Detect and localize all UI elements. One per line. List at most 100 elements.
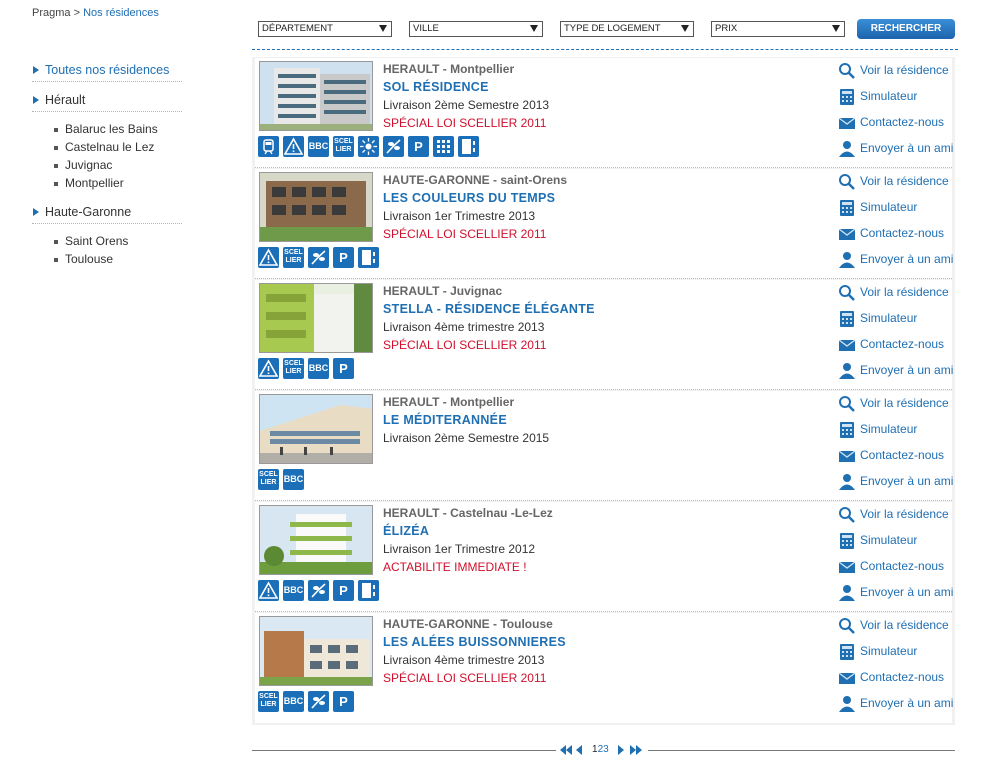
residence-promo: SPÉCIAL LOI SCELLIER 2011 — [383, 116, 547, 130]
action-label: Simulateur — [860, 644, 918, 658]
residence-location: HERAULT - Juvignac — [383, 284, 503, 298]
residence-region: HAUTE-GARONNE — [383, 173, 490, 187]
contact-link[interactable]: Contactez-nous — [838, 114, 958, 140]
send-to-friend-link[interactable]: Envoyer à un ami — [838, 362, 958, 388]
residence-location: HERAULT - Montpellier — [383, 62, 515, 76]
tram-icon — [258, 136, 279, 157]
residence-actions: Voir la résidence Simulateur Contactez-nou… — [838, 62, 958, 166]
sidebar-item-herault[interactable]: Hérault — [32, 90, 182, 112]
ville-select[interactable]: VILLE — [409, 21, 543, 37]
page-numbers: 123 — [592, 744, 609, 755]
prix-select[interactable]: PRIX — [711, 21, 845, 37]
residence-region: HERAULT — [383, 62, 440, 76]
residence-thumbnail[interactable] — [259, 505, 373, 575]
residence-name[interactable]: ÉLIZÉA — [383, 522, 683, 540]
sidebar-item-all[interactable]: Toutes nos résidences — [32, 60, 182, 82]
residence-info: HERAULT - Juvignac STELLA - RÉSIDENCE ÉLÉ… — [383, 282, 683, 354]
scellier-icon: SCEL LIER — [258, 469, 279, 490]
residence-thumbnail[interactable] — [259, 394, 373, 464]
send-to-friend-link[interactable]: Envoyer à un ami — [838, 695, 958, 721]
sidebar-item-haute-garonne[interactable]: Haute-Garonne — [32, 202, 182, 224]
contact-link[interactable]: Contactez-nous — [838, 336, 958, 362]
residence-delivery: Livraison 2ème Semestre 2013 — [383, 98, 550, 112]
icon-label: P — [339, 361, 348, 376]
sidebar-city-item[interactable]: Saint Orens — [54, 232, 182, 250]
parking-icon: P — [333, 580, 354, 601]
action-label: Envoyer à un ami — [860, 585, 954, 599]
simulator-link[interactable]: Simulateur — [838, 199, 958, 225]
residence-region: HAUTE-GARONNE — [383, 617, 490, 631]
grid-icon — [433, 136, 454, 157]
residence-city: saint-Orens — [500, 173, 568, 187]
first-page-icon[interactable] — [560, 745, 588, 755]
garden-icon — [308, 691, 329, 712]
breadcrumb-root[interactable]: Pragma — [32, 7, 71, 19]
action-label: Contactez-nous — [860, 115, 945, 129]
contact-link[interactable]: Contactez-nous — [838, 558, 958, 584]
sidebar-city-item[interactable]: Toulouse — [54, 250, 182, 268]
triangle-bullet-icon — [33, 208, 39, 216]
garden-icon — [308, 580, 329, 601]
results-list: BBC SCEL LIER P HERAULT - Montpellier SOL RÉS… — [252, 57, 955, 725]
residence-city: Montpellier — [450, 395, 515, 409]
chevron-down-icon — [832, 25, 840, 32]
send-to-friend-link[interactable]: Envoyer à un ami — [838, 473, 958, 499]
simulator-link[interactable]: Simulateur — [838, 310, 958, 336]
search-button[interactable]: RECHERCHER — [857, 19, 955, 39]
icon-label: P — [339, 694, 348, 709]
simulator-link[interactable]: Simulateur — [838, 88, 958, 114]
residence-actions: Voir la résidence Simulateur Contactez-nou… — [838, 173, 958, 277]
simulator-link[interactable]: Simulateur — [838, 421, 958, 447]
residence-city: Castelnau -Le-Lez — [450, 506, 553, 520]
last-page-icon[interactable] — [618, 745, 646, 755]
view-residence-link[interactable]: Voir la résidence — [838, 284, 958, 310]
residence-region: HERAULT — [383, 506, 440, 520]
icon-label: LIER — [285, 257, 302, 264]
contact-link[interactable]: Contactez-nous — [838, 447, 958, 473]
scellier-icon: SCEL LIER — [258, 691, 279, 712]
send-to-friend-link[interactable]: Envoyer à un ami — [838, 251, 958, 277]
sidebar-city-item[interactable]: Castelnau le Lez — [54, 138, 182, 156]
departement-select[interactable]: DÉPARTEMENT — [258, 21, 392, 37]
residence-thumbnail[interactable] — [259, 172, 373, 242]
building-photo — [260, 62, 372, 130]
action-label: Simulateur — [860, 422, 918, 436]
residence-info: HAUTE-GARONNE - Toulouse LES ALÉES BUISSO… — [383, 615, 683, 687]
warning-icon — [258, 580, 279, 601]
breadcrumb-current[interactable]: Nos résidences — [83, 7, 159, 19]
residence-thumbnail[interactable] — [259, 61, 373, 131]
view-residence-link[interactable]: Voir la résidence — [838, 395, 958, 421]
view-residence-link[interactable]: Voir la résidence — [838, 173, 958, 199]
select-value: PRIX — [715, 23, 738, 34]
contact-link[interactable]: Contactez-nous — [838, 669, 958, 695]
residence-card: BBC P HERAULT - Castelnau -Le-Lez ÉLIZÉA Liv… — [255, 502, 953, 612]
residence-name[interactable]: SOL RÉSIDENCE — [383, 78, 683, 96]
residence-name[interactable]: LE MÉDITERANNÉE — [383, 411, 683, 429]
residence-delivery: Livraison 1er Trimestre 2012 — [383, 542, 536, 556]
residence-thumbnail[interactable] — [259, 283, 373, 353]
residence-region: HERAULT — [383, 284, 440, 298]
simulator-link[interactable]: Simulateur — [838, 643, 958, 669]
parking-icon: P — [333, 691, 354, 712]
view-residence-link[interactable]: Voir la résidence — [838, 62, 958, 88]
residence-name[interactable]: LES COULEURS DU TEMPS — [383, 189, 683, 207]
sidebar-city-item[interactable]: Montpellier — [54, 174, 182, 192]
contact-link[interactable]: Contactez-nous — [838, 225, 958, 251]
residence-thumbnail[interactable] — [259, 616, 373, 686]
view-residence-link[interactable]: Voir la résidence — [838, 617, 958, 643]
view-residence-link[interactable]: Voir la résidence — [838, 506, 958, 532]
simulator-link[interactable]: Simulateur — [838, 532, 958, 558]
send-to-friend-link[interactable]: Envoyer à un ami — [838, 584, 958, 610]
type-logement-select[interactable]: TYPE DE LOGEMENT — [560, 21, 694, 37]
action-label: Contactez-nous — [860, 337, 945, 351]
page-link[interactable]: 3 — [603, 744, 609, 755]
sidebar-city-item[interactable]: Juvignac — [54, 156, 182, 174]
sidebar-city-item[interactable]: Balaruc les Bains — [54, 120, 182, 138]
send-to-friend-link[interactable]: Envoyer à un ami — [838, 140, 958, 166]
building-photo — [260, 506, 372, 574]
residence-name[interactable]: LES ALÉES BUISSONNIERES — [383, 633, 683, 651]
triangle-bullet-icon — [33, 66, 39, 74]
action-label: Voir la résidence — [860, 507, 949, 521]
residence-name[interactable]: STELLA - RÉSIDENCE ÉLÉGANTE — [383, 300, 683, 318]
icon-label: BBC — [308, 363, 329, 373]
